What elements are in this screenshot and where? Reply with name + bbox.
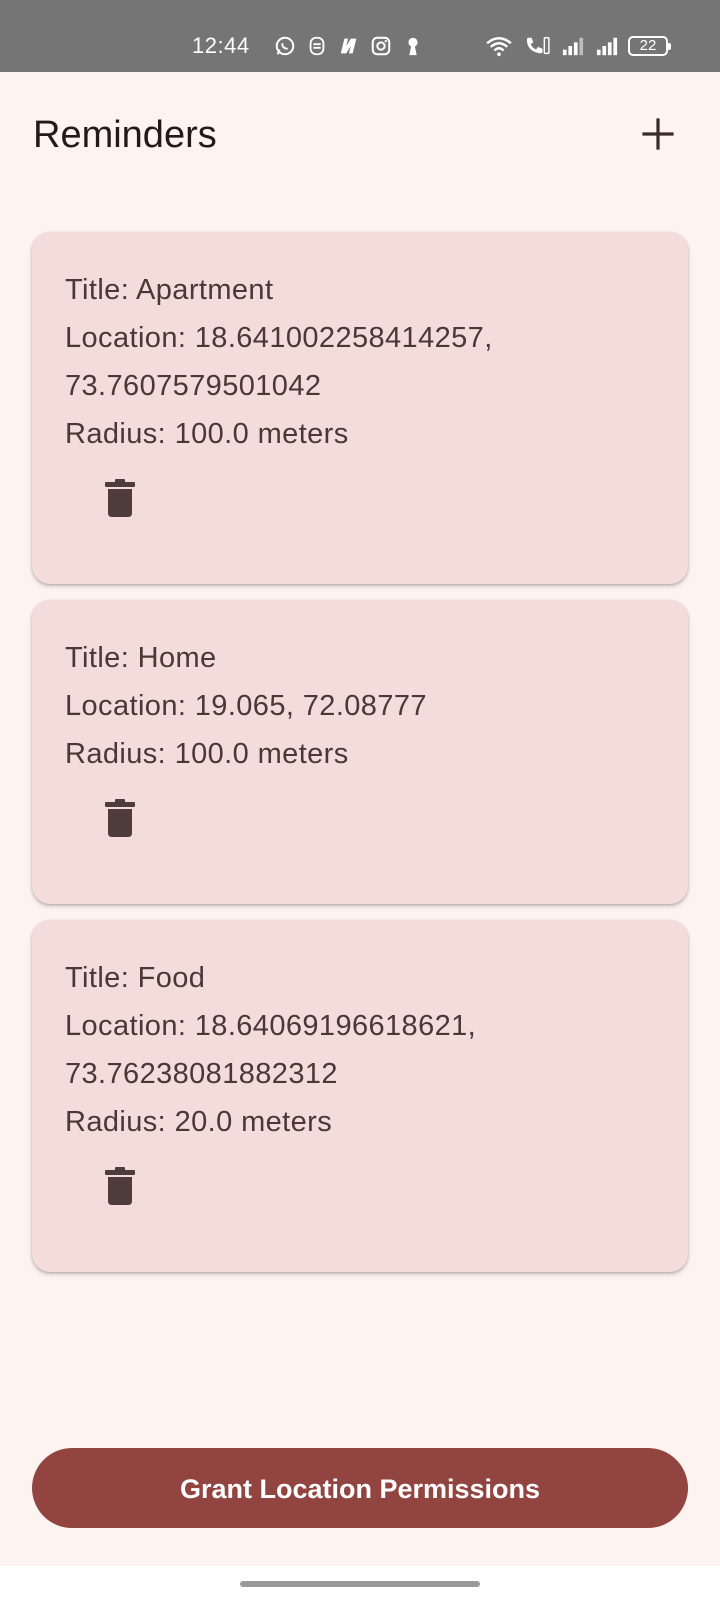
- reminder-card: Title: Food Location: 18.64069196618621,…: [32, 920, 688, 1272]
- news-icon: [340, 38, 357, 54]
- grant-location-permissions-button[interactable]: Grant Location Permissions: [32, 1448, 688, 1528]
- trash-icon: [105, 479, 135, 517]
- status-bar: 12:44 22: [0, 0, 720, 72]
- plus-icon: [642, 118, 674, 150]
- reminder-card: Title: Home Location: 19.065, 72.08777 R…: [32, 600, 688, 904]
- volte-call-icon: [526, 37, 550, 55]
- reminder-location: Location: 19.065, 72.08777: [65, 690, 427, 722]
- status-time: 12:44: [192, 33, 250, 58]
- signal-icon: [596, 37, 618, 56]
- reminder-radius: Radius: 20.0 meters: [65, 1106, 333, 1138]
- notification-icon: [309, 36, 325, 56]
- battery-indicator: 22: [628, 36, 671, 56]
- delete-reminder-button[interactable]: [96, 794, 144, 842]
- reminder-title: Title: Food: [65, 962, 206, 994]
- reminder-radius: Radius: 100.0 meters: [65, 738, 349, 770]
- reminder-location-continued: 73.76238081882312: [65, 1058, 338, 1090]
- instagram-icon: [371, 36, 391, 56]
- home-gesture-handle[interactable]: [240, 1581, 480, 1587]
- reminder-radius: Radius: 100.0 meters: [65, 418, 349, 450]
- trash-icon: [105, 799, 135, 837]
- reminder-location-continued: 73.7607579501042: [65, 370, 322, 402]
- app-header: Reminders: [0, 100, 720, 172]
- reminder-title: Title: Home: [65, 642, 217, 674]
- navigation-bar: [0, 1566, 720, 1600]
- delete-reminder-button[interactable]: [96, 474, 144, 522]
- reminder-location: Location: 18.641002258414257,: [65, 322, 493, 354]
- whatsapp-icon: [275, 36, 295, 56]
- status-system-icons: 22: [484, 34, 671, 58]
- keyhole-icon: [408, 37, 418, 56]
- reminder-title: Title: Apartment: [65, 274, 274, 306]
- wifi-icon: [486, 37, 512, 57]
- reminder-location: Location: 18.64069196618621,: [65, 1010, 477, 1042]
- reminder-card: Title: Apartment Location: 18.6410022584…: [32, 232, 688, 584]
- signal-icon: [562, 37, 584, 56]
- trash-icon: [105, 1167, 135, 1205]
- delete-reminder-button[interactable]: [96, 1162, 144, 1210]
- add-reminder-button[interactable]: [632, 108, 684, 160]
- status-notification-icons: [274, 34, 424, 58]
- page-title: Reminders: [33, 114, 217, 156]
